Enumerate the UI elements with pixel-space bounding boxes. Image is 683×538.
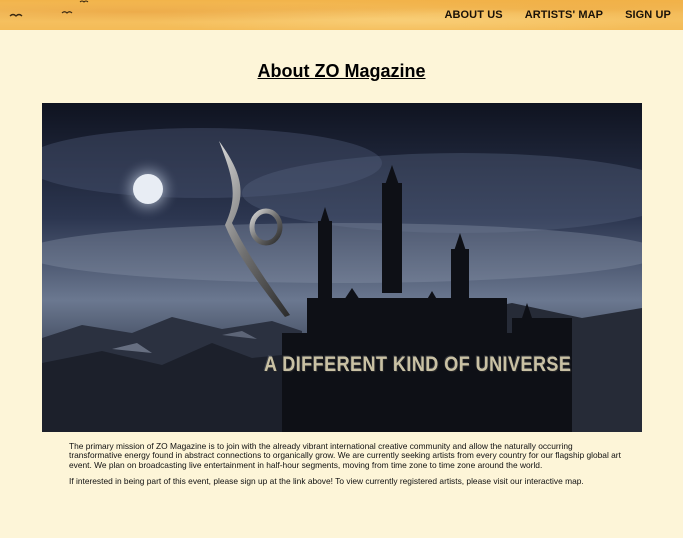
nav-artists-map[interactable]: ARTISTS' MAP xyxy=(525,9,603,21)
header-bar: ABOUT US ARTISTS' MAP SIGN UP xyxy=(0,0,683,30)
hero-image: A DIFFERENT KIND OF UNIVERSE xyxy=(42,103,642,432)
main-nav: ABOUT US ARTISTS' MAP SIGN UP xyxy=(444,9,671,21)
bird-icon xyxy=(9,0,89,17)
signup-paragraph: If interested in being part of this even… xyxy=(69,476,584,487)
about-content: The primary mission of ZO Magazine is to… xyxy=(69,441,621,494)
hero-caption: A DIFFERENT KIND OF UNIVERSE xyxy=(264,353,572,376)
nav-sign-up[interactable]: SIGN UP xyxy=(625,9,671,21)
nav-about-us[interactable]: ABOUT US xyxy=(444,9,502,21)
hero-artwork xyxy=(42,103,642,432)
mission-paragraph: The primary mission of ZO Magazine is to… xyxy=(69,441,621,470)
page-title: About ZO Magazine xyxy=(257,61,426,81)
